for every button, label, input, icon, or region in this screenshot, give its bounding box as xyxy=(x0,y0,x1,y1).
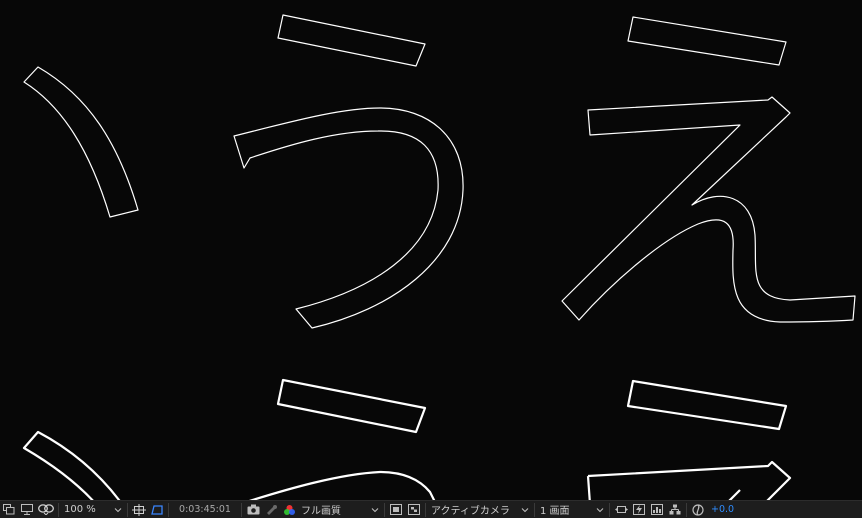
chevron-down-icon xyxy=(596,507,604,512)
glyph-u-dash-top xyxy=(277,14,426,67)
separator xyxy=(384,502,385,517)
mask-path-icon[interactable] xyxy=(148,502,166,518)
glyph-e-dash-bottom xyxy=(626,379,788,431)
glyph-e-dash-top xyxy=(627,16,787,66)
composition-viewer[interactable] xyxy=(0,0,862,500)
flowchart-icon[interactable] xyxy=(666,502,684,518)
zoom-dropdown[interactable]: 100 % xyxy=(61,502,125,518)
region-of-interest-icon[interactable] xyxy=(387,502,405,518)
separator xyxy=(241,502,242,517)
timecode[interactable]: 0:03:45:01 xyxy=(171,502,239,518)
separator xyxy=(168,502,169,517)
views-dropdown[interactable]: 1 画面 xyxy=(537,502,607,518)
snapshot-icon[interactable] xyxy=(244,502,262,518)
glyph-u-body-bottom xyxy=(248,470,436,500)
composition-canvas xyxy=(22,14,856,500)
separator xyxy=(686,502,687,517)
color-channels-icon[interactable] xyxy=(280,502,298,518)
chevron-down-icon xyxy=(114,507,122,512)
glyph-e-body-top xyxy=(561,96,856,323)
views-value: 1 画面 xyxy=(540,506,570,517)
separator xyxy=(425,502,426,517)
always-preview-icon[interactable] xyxy=(0,502,18,518)
glyph-i-stroke-bottom xyxy=(22,430,121,500)
glyph-u-dash-bottom xyxy=(276,378,427,434)
toggle-pixel-aspect-icon[interactable] xyxy=(612,502,630,518)
show-snapshot-icon[interactable] xyxy=(262,502,280,518)
timeline-icon[interactable] xyxy=(648,502,666,518)
separator xyxy=(534,502,535,517)
separator xyxy=(58,502,59,517)
zoom-value: 100 % xyxy=(64,504,96,515)
viewer-toolbar: 100 % 0:03:45:01 フル画質 アクティブカメラ 1 画面 +0.0 xyxy=(0,500,862,518)
glyph-e-body-bottom xyxy=(586,460,792,500)
mask-icon[interactable] xyxy=(36,502,56,518)
glyph-u-body-top xyxy=(233,107,464,329)
monitor-icon[interactable] xyxy=(18,502,36,518)
camera-dropdown[interactable]: アクティブカメラ xyxy=(428,502,532,518)
exposure-value[interactable]: +0.0 xyxy=(707,502,738,518)
transparency-grid-icon[interactable] xyxy=(405,502,423,518)
separator xyxy=(127,502,128,517)
safe-areas-icon[interactable] xyxy=(130,502,148,518)
fast-previews-icon[interactable] xyxy=(630,502,648,518)
camera-value: アクティブカメラ xyxy=(431,506,510,517)
chevron-down-icon xyxy=(521,507,529,512)
separator xyxy=(609,502,610,517)
resolution-value: フル画質 xyxy=(301,506,341,517)
resolution-dropdown[interactable]: フル画質 xyxy=(298,502,382,518)
chevron-down-icon xyxy=(371,507,379,512)
glyph-i-stroke-top xyxy=(23,66,139,218)
reset-exposure-icon[interactable] xyxy=(689,502,707,518)
